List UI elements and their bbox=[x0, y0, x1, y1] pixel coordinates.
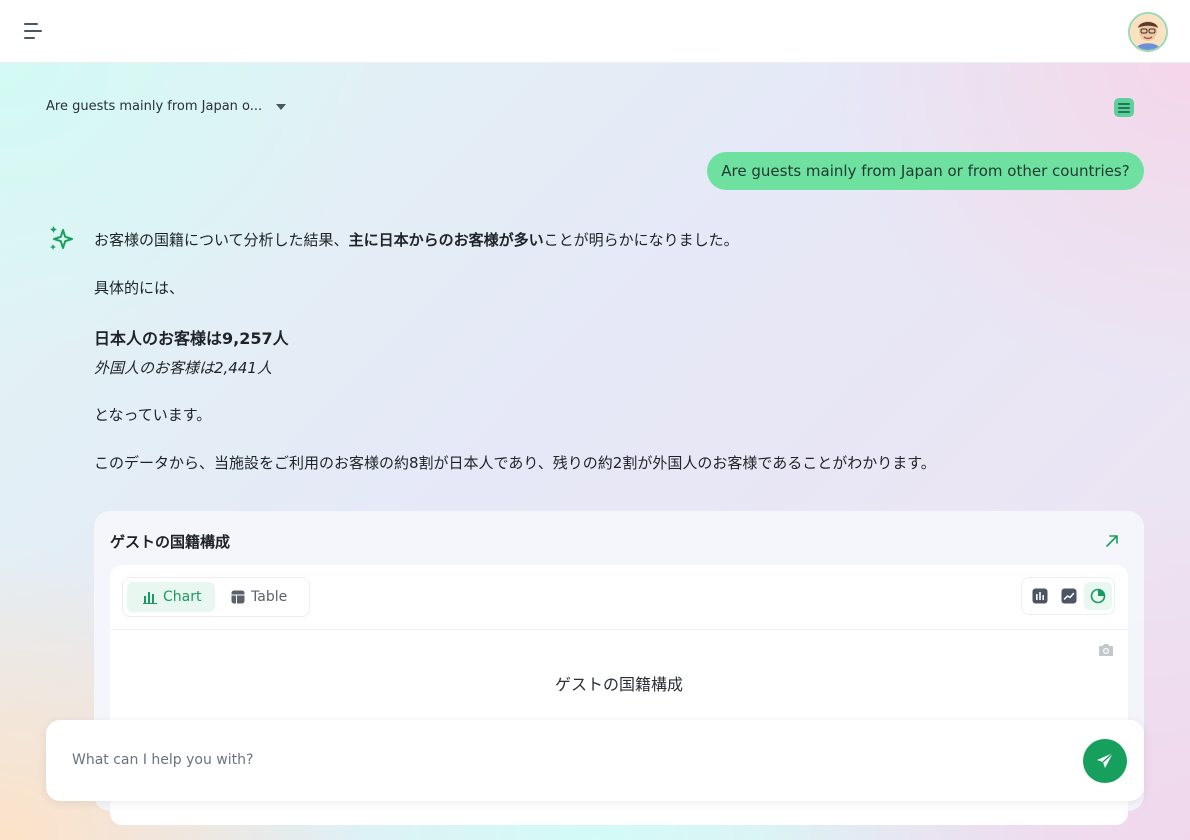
assistant-message-conclusion: このデータから、当施設をご利用のお客様の約8割が日本人であり、残りの約2割が外国… bbox=[94, 454, 936, 472]
assistant-message-detail-lead: 具体的には、 bbox=[94, 279, 185, 297]
tab-table-label: Table bbox=[251, 589, 288, 605]
view-toggle: Chart Table bbox=[122, 577, 310, 617]
expand-arrow-icon[interactable] bbox=[1104, 533, 1120, 549]
hamburger-menu-icon[interactable] bbox=[24, 22, 44, 40]
bar-chart-icon bbox=[1032, 588, 1048, 604]
conversation-title[interactable]: Are guests mainly from Japan o... bbox=[46, 99, 262, 114]
intro-text-highlight: 主に日本からのお客様が多い bbox=[348, 231, 544, 249]
pie-chart-icon bbox=[1090, 588, 1106, 604]
chart-type-bar-button[interactable] bbox=[1026, 582, 1054, 610]
assistant-message-result: となっています。 bbox=[94, 406, 212, 424]
chart-type-pie-button[interactable] bbox=[1084, 582, 1112, 610]
card-title: ゲストの国籍構成 bbox=[110, 533, 231, 551]
list-icon[interactable] bbox=[1114, 98, 1134, 117]
table-icon bbox=[231, 590, 245, 604]
chat-main: Are guests mainly from Japan o... Are gu… bbox=[0, 63, 1190, 840]
camera-icon[interactable] bbox=[1098, 643, 1114, 657]
message-input[interactable] bbox=[72, 742, 1052, 778]
bar-chart-icon bbox=[143, 592, 157, 604]
chart-type-line-button[interactable] bbox=[1055, 582, 1083, 610]
sparkle-icon bbox=[50, 226, 73, 250]
chart-type-switcher bbox=[1021, 577, 1115, 615]
send-button[interactable] bbox=[1083, 739, 1127, 783]
tab-chart[interactable]: Chart bbox=[127, 582, 215, 612]
top-bar bbox=[0, 0, 1190, 63]
avatar-face-icon bbox=[1130, 14, 1166, 50]
send-icon bbox=[1097, 752, 1114, 768]
chevron-down-icon[interactable] bbox=[276, 104, 286, 110]
line-chart-icon bbox=[1061, 588, 1077, 604]
tab-table[interactable]: Table bbox=[219, 582, 307, 612]
japanese-guest-count: 日本人のお客様は9,257人 bbox=[94, 329, 289, 348]
foreign-guest-count: 外国人のお客様は2,441人 bbox=[94, 359, 272, 377]
message-composer bbox=[46, 720, 1144, 801]
chart-title: ゲストの国籍構成 bbox=[554, 675, 683, 694]
assistant-message-intro: お客様の国籍について分析した結果、主に日本からのお客様が多いことが明らかになりま… bbox=[94, 229, 739, 250]
intro-text-start: お客様の国籍について分析した結果、 bbox=[94, 231, 349, 249]
user-message-bubble: Are guests mainly from Japan or from oth… bbox=[707, 152, 1144, 190]
intro-text-end: ことが明らかになりました。 bbox=[543, 231, 739, 249]
tab-chart-label: Chart bbox=[163, 589, 202, 605]
panel-divider bbox=[110, 629, 1128, 630]
user-avatar[interactable] bbox=[1128, 12, 1168, 52]
